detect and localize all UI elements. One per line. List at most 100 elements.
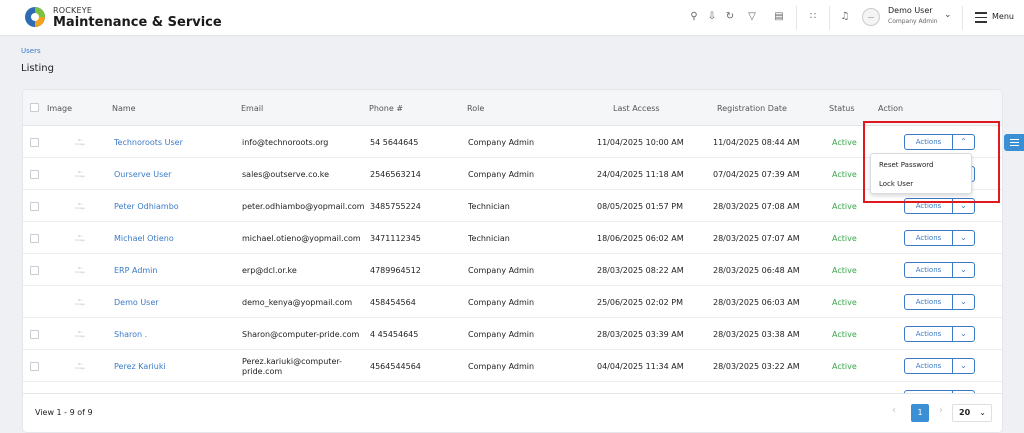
- email-cell: sales@outserve.co.ke: [242, 170, 330, 179]
- bell-icon[interactable]: ♫: [839, 11, 851, 23]
- chevron-left-icon[interactable]: ‹: [892, 405, 896, 416]
- row-checkbox[interactable]: [30, 266, 39, 275]
- registration-date-cell: 28/03/2025 07:07 AM: [713, 234, 800, 243]
- chevron-down-icon[interactable]: ⌄: [952, 294, 975, 310]
- status-badge: Active: [832, 202, 857, 211]
- phone-cell: 54 5644645: [370, 138, 419, 147]
- actions-button[interactable]: Actions: [904, 230, 953, 246]
- actions-button[interactable]: Actions: [904, 326, 953, 342]
- column-header-role[interactable]: Role: [467, 104, 484, 113]
- role-cell: Company Admin: [468, 362, 535, 371]
- actions-button[interactable]: Actions: [904, 262, 953, 278]
- table-row: No Image Technoroots User info@technoroots…: [23, 126, 1002, 158]
- phone-cell: 3471112345: [370, 234, 421, 243]
- image-placeholder: No Image: [75, 202, 85, 210]
- search-icon[interactable]: ⚲: [688, 11, 700, 23]
- role-cell: Company Admin: [468, 298, 535, 307]
- column-header-name[interactable]: Name: [112, 104, 136, 113]
- chevron-down-icon[interactable]: ⌄: [952, 262, 975, 278]
- select-all-checkbox[interactable]: [30, 103, 39, 112]
- last-access-cell: 08/05/2025 01:57 PM: [597, 202, 683, 211]
- user-name-link[interactable]: Perez Kariuki: [114, 362, 166, 371]
- status-badge: Active: [832, 234, 857, 243]
- image-placeholder: No Image: [75, 234, 85, 242]
- app-title: Maintenance & Service: [53, 15, 222, 30]
- user-name-link[interactable]: Peter Odhiambo: [114, 202, 179, 211]
- chevron-down-icon[interactable]: ⌄: [952, 358, 975, 374]
- role-cell: Company Admin: [468, 170, 535, 179]
- chevron-down-icon: ⌄: [979, 408, 986, 417]
- user-name-link[interactable]: ERP Admin: [114, 266, 157, 275]
- phone-cell: 4789964512: [370, 266, 421, 275]
- divider: [796, 6, 797, 30]
- phone-cell: 3485755224: [370, 202, 421, 211]
- row-checkbox[interactable]: [30, 202, 39, 211]
- role-cell: Company Admin: [468, 266, 535, 275]
- column-header-phone[interactable]: Phone #: [369, 104, 403, 113]
- user-name-link[interactable]: Demo User: [114, 298, 159, 307]
- actions-button[interactable]: Actions: [904, 294, 953, 310]
- user-name-link[interactable]: Michael Otieno: [114, 234, 174, 243]
- registration-date-cell: 28/03/2025 03:22 AM: [713, 362, 800, 371]
- chevron-down-icon[interactable]: ⌄: [952, 230, 975, 246]
- actions-button[interactable]: Actions: [904, 358, 953, 374]
- image-placeholder: No Image: [75, 362, 85, 370]
- refresh-icon[interactable]: ↻: [724, 11, 736, 23]
- last-access-cell: 11/04/2025 10:00 AM: [597, 138, 684, 147]
- row-checkbox[interactable]: [30, 362, 39, 371]
- filter-icon[interactable]: ▽: [746, 11, 758, 23]
- avatar[interactable]: [862, 8, 880, 26]
- image-placeholder: No Image: [75, 330, 85, 338]
- column-header-registration-date[interactable]: Registration Date: [717, 104, 787, 113]
- email-cell: Perez.kariuki@computer-pride.com: [242, 357, 343, 376]
- last-access-cell: 28/03/2025 08:22 AM: [597, 266, 684, 275]
- user-role: Company Admin: [888, 18, 938, 25]
- role-cell: Company Admin: [468, 138, 535, 147]
- table-row: No Image Peter Odhiambo peter.odhiambo@yop…: [23, 190, 1002, 222]
- apps-grid-icon[interactable]: ∷: [807, 11, 819, 23]
- layout-icon[interactable]: ▤: [773, 11, 785, 23]
- download-icon[interactable]: ⇩: [706, 11, 718, 23]
- row-checkbox[interactable]: [30, 330, 39, 339]
- image-placeholder: No Image: [75, 138, 85, 146]
- phone-cell: 4564544564: [370, 362, 421, 371]
- user-name-link[interactable]: Technoroots User: [114, 138, 183, 147]
- page-size-value: 20: [959, 408, 971, 417]
- column-header-email[interactable]: Email: [241, 104, 263, 113]
- row-checkbox[interactable]: [30, 170, 39, 179]
- page-size-select[interactable]: 20 ⌄: [952, 404, 992, 422]
- registration-date-cell: 28/03/2025 06:03 AM: [713, 298, 800, 307]
- row-checkbox[interactable]: [30, 234, 39, 243]
- view-count: View 1 - 9 of 9: [35, 408, 93, 417]
- hamburger-menu-icon[interactable]: [975, 12, 987, 23]
- table-row: No Image Demo User demo_kenya@yopmail.com 4…: [23, 286, 1002, 318]
- rockeye-logo: [25, 7, 45, 27]
- pagination-page-1[interactable]: 1: [911, 404, 929, 422]
- table-row: No Image Perez Kariuki Perez.kariuki@compu…: [23, 350, 1002, 382]
- chevron-down-icon[interactable]: ⌄: [952, 326, 975, 342]
- column-header-status[interactable]: Status: [829, 104, 855, 113]
- breadcrumb[interactable]: Users: [21, 47, 41, 55]
- user-name-link[interactable]: Ourserve User: [114, 170, 171, 179]
- top-header: ROCKEYE Maintenance & Service ⚲ ⇩ ↻ ▽ ▤ …: [0, 0, 1024, 36]
- divider: [962, 6, 963, 30]
- table-header: Image Name Email Phone # Role Last Acces…: [23, 90, 1002, 126]
- menu-label[interactable]: Menu: [992, 12, 1014, 21]
- last-access-cell: 25/06/2025 02:02 PM: [597, 298, 683, 307]
- brand-top: ROCKEYE: [53, 6, 93, 15]
- column-header-last-access[interactable]: Last Access: [613, 104, 660, 113]
- user-name-link[interactable]: Sharon .: [114, 330, 147, 339]
- user-name[interactable]: Demo User: [888, 6, 933, 15]
- last-access-cell: 24/04/2025 11:18 AM: [597, 170, 684, 179]
- email-cell: demo_kenya@yopmail.com: [242, 298, 353, 307]
- status-badge: Active: [832, 362, 857, 371]
- registration-date-cell: 11/04/2025 08:44 AM: [713, 138, 800, 147]
- row-checkbox[interactable]: [30, 138, 39, 147]
- status-badge: Active: [832, 170, 857, 179]
- status-badge: Active: [832, 298, 857, 307]
- settings-sliders-icon[interactable]: [1004, 134, 1024, 151]
- chevron-right-icon[interactable]: ›: [939, 405, 943, 416]
- table-row: No Image Ourserve User sales@outserve.co.k…: [23, 158, 1002, 190]
- column-header-image: Image: [47, 104, 73, 113]
- chevron-down-icon[interactable]: ⌄: [944, 10, 952, 20]
